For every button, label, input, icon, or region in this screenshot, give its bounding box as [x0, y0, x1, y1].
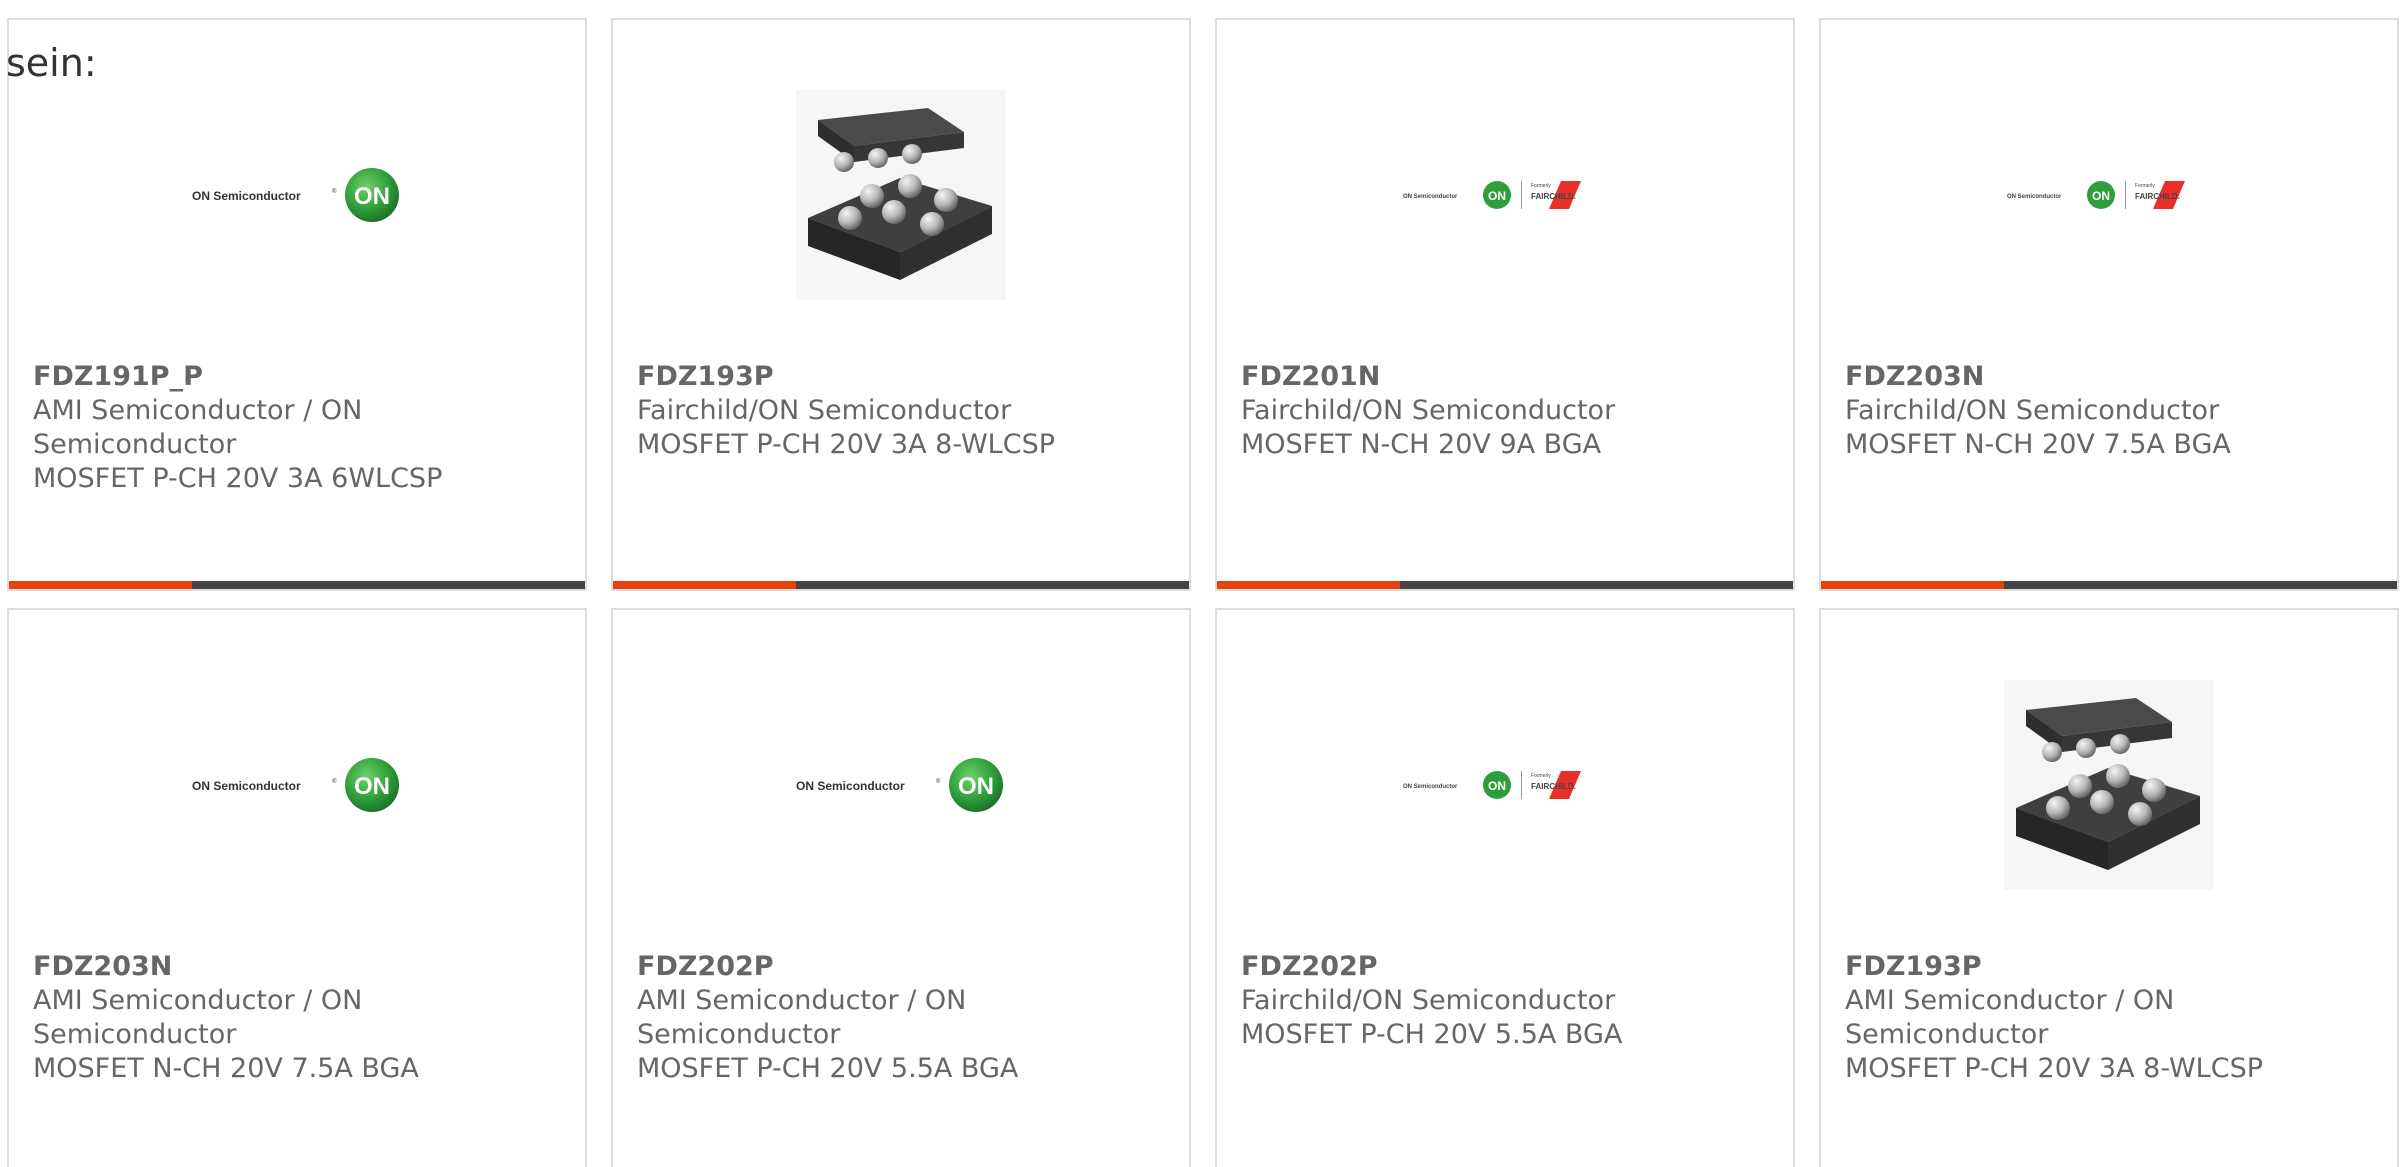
on-logo-mark: ON — [1488, 779, 1506, 793]
card-hover-bar — [1821, 581, 2397, 589]
product-card[interactable]: FDZ193P Fairchild/ON Semiconductor MOSFET … — [611, 18, 1191, 591]
on-semi-reg-mark: ® — [936, 778, 941, 785]
product-part-number[interactable]: FDZ193P — [1845, 950, 2381, 984]
on-semi-reg-mark: ® — [332, 188, 337, 195]
product-image[interactable]: ON Semiconductor ON Formerly FAIRCHILD. — [1821, 75, 2397, 315]
product-card[interactable]: ON Semiconductor ON Formerly FAIRCHILD. … — [1215, 18, 1795, 591]
on-semi-brand-text: ON Semiconductor — [1403, 784, 1458, 790]
product-grid: ON Semiconductor ® ON FDZ191P_P AMI Semic… — [7, 18, 2399, 1167]
product-description: MOSFET N-CH 20V 9A BGA — [1241, 429, 1602, 460]
product-info: FDZ193P Fairchild/ON Semiconductor MOSFET … — [637, 360, 1173, 462]
product-manufacturer: AMI Semiconductor / ON Semiconductor — [637, 985, 967, 1050]
card-hover-bar — [1217, 581, 1793, 589]
product-manufacturer: Fairchild/ON Semiconductor — [1241, 985, 1616, 1016]
fairchild-name-text: FAIRCHILD. — [2135, 192, 2180, 201]
product-card[interactable]: FDZ193P AMI Semiconductor / ON Semiconduc… — [1819, 608, 2399, 1167]
on-fairchild-logo: ON Semiconductor ON Formerly FAIRCHILD. — [2007, 181, 2185, 209]
on-semi-logo: ON Semiconductor ® ON — [192, 758, 399, 812]
product-manufacturer: AMI Semiconductor / ON Semiconductor — [1845, 985, 2175, 1050]
product-description: MOSFET P-CH 20V 5.5A BGA — [637, 1053, 1019, 1084]
product-description: MOSFET P-CH 20V 5.5A BGA — [1241, 1019, 1623, 1050]
product-description: MOSFET P-CH 20V 3A 6WLCSP — [33, 463, 443, 494]
on-logo-mark: ON — [354, 183, 390, 210]
product-card[interactable]: ON Semiconductor ON Formerly FAIRCHILD. … — [1215, 608, 1795, 1167]
product-info: FDZ191P_P AMI Semiconductor / ON Semicond… — [33, 360, 569, 496]
product-image[interactable]: ON Semiconductor ® ON — [9, 75, 585, 315]
product-description: MOSFET N-CH 20V 7.5A BGA — [1845, 429, 2231, 460]
product-part-number[interactable]: FDZ191P_P — [33, 360, 569, 394]
product-image[interactable]: ON Semiconductor ® ON — [613, 665, 1189, 905]
product-part-number[interactable]: FDZ203N — [1845, 360, 2381, 394]
product-part-number[interactable]: FDZ202P — [1241, 950, 1777, 984]
card-hover-bar — [9, 581, 585, 589]
product-image[interactable]: ON Semiconductor ® ON — [9, 665, 585, 905]
on-logo-mark: ON — [958, 773, 994, 800]
logo-divider — [2124, 181, 2126, 209]
product-manufacturer: Fairchild/ON Semiconductor — [1845, 395, 2220, 426]
product-description: MOSFET P-CH 20V 3A 8-WLCSP — [637, 429, 1055, 460]
product-info: FDZ203N AMI Semiconductor / ON Semiconduc… — [33, 950, 569, 1086]
product-description: MOSFET N-CH 20V 7.5A BGA — [33, 1053, 419, 1084]
product-part-number[interactable]: FDZ193P — [637, 360, 1173, 394]
on-semi-brand-text: ON Semiconductor — [2007, 194, 2062, 200]
wlcsp-chip-photo — [2004, 680, 2214, 890]
product-part-number[interactable]: FDZ201N — [1241, 360, 1777, 394]
product-info: FDZ203N Fairchild/ON Semiconductor MOSFET … — [1845, 360, 2381, 462]
on-logo-mark: ON — [354, 773, 390, 800]
product-manufacturer: AMI Semiconductor / ON Semiconductor — [33, 985, 363, 1050]
page: sein: ON Semiconductor ® ON FDZ191P_P AMI… — [0, 0, 2400, 1167]
card-hover-bar-accent — [9, 581, 192, 589]
product-card[interactable]: ON Semiconductor ® ON FDZ191P_P AMI Semic… — [7, 18, 587, 591]
product-image[interactable] — [613, 75, 1189, 315]
on-logo-mark: ON — [1488, 189, 1506, 203]
product-info: FDZ202P Fairchild/ON Semiconductor MOSFET … — [1241, 950, 1777, 1052]
product-card[interactable]: ON Semiconductor ON Formerly FAIRCHILD. … — [1819, 18, 2399, 591]
card-hover-bar-accent — [1217, 581, 1400, 589]
logo-divider — [1520, 771, 1522, 799]
on-fairchild-logo: ON Semiconductor ON Formerly FAIRCHILD. — [1403, 181, 1581, 209]
fairchild-name-text: FAIRCHILD. — [1531, 782, 1576, 791]
on-semi-logo: ON Semiconductor ® ON — [796, 758, 1003, 812]
product-part-number[interactable]: FDZ203N — [33, 950, 569, 984]
on-logo-mark: ON — [2092, 189, 2110, 203]
product-part-number[interactable]: FDZ202P — [637, 950, 1173, 984]
product-manufacturer: AMI Semiconductor / ON Semiconductor — [33, 395, 363, 460]
on-fairchild-logo: ON Semiconductor ON Formerly FAIRCHILD. — [1403, 771, 1581, 799]
card-hover-bar — [613, 581, 1189, 589]
on-semi-reg-mark: ® — [332, 778, 337, 785]
product-image[interactable]: ON Semiconductor ON Formerly FAIRCHILD. — [1217, 75, 1793, 315]
product-info: FDZ202P AMI Semiconductor / ON Semiconduc… — [637, 950, 1173, 1086]
product-manufacturer: Fairchild/ON Semiconductor — [1241, 395, 1616, 426]
product-manufacturer: Fairchild/ON Semiconductor — [637, 395, 1012, 426]
product-info: FDZ201N Fairchild/ON Semiconductor MOSFET … — [1241, 360, 1777, 462]
fairchild-formerly-text: Formerly — [1531, 773, 1551, 779]
on-semi-brand-text: ON Semiconductor — [192, 779, 301, 793]
logo-divider — [1520, 181, 1522, 209]
on-semi-logo: ON Semiconductor ® ON — [192, 168, 399, 222]
product-info: FDZ193P AMI Semiconductor / ON Semiconduc… — [1845, 950, 2381, 1086]
wlcsp-chip-photo — [796, 90, 1006, 300]
on-semi-brand-text: ON Semiconductor — [1403, 194, 1458, 200]
fairchild-name-text: FAIRCHILD. — [1531, 192, 1576, 201]
product-card[interactable]: ON Semiconductor ® ON FDZ202P AMI Semicon… — [611, 608, 1191, 1167]
product-image[interactable]: ON Semiconductor ON Formerly FAIRCHILD. — [1217, 665, 1793, 905]
product-image[interactable] — [1821, 665, 2397, 905]
fairchild-formerly-text: Formerly — [2135, 183, 2155, 189]
on-semi-brand-text: ON Semiconductor — [192, 189, 301, 203]
card-hover-bar-accent — [1821, 581, 2004, 589]
product-card[interactable]: ON Semiconductor ® ON FDZ203N AMI Semicon… — [7, 608, 587, 1167]
intro-text: sein: — [6, 41, 97, 85]
on-semi-brand-text: ON Semiconductor — [796, 779, 905, 793]
product-description: MOSFET P-CH 20V 3A 8-WLCSP — [1845, 1053, 2263, 1084]
fairchild-formerly-text: Formerly — [1531, 183, 1551, 189]
card-hover-bar-accent — [613, 581, 796, 589]
